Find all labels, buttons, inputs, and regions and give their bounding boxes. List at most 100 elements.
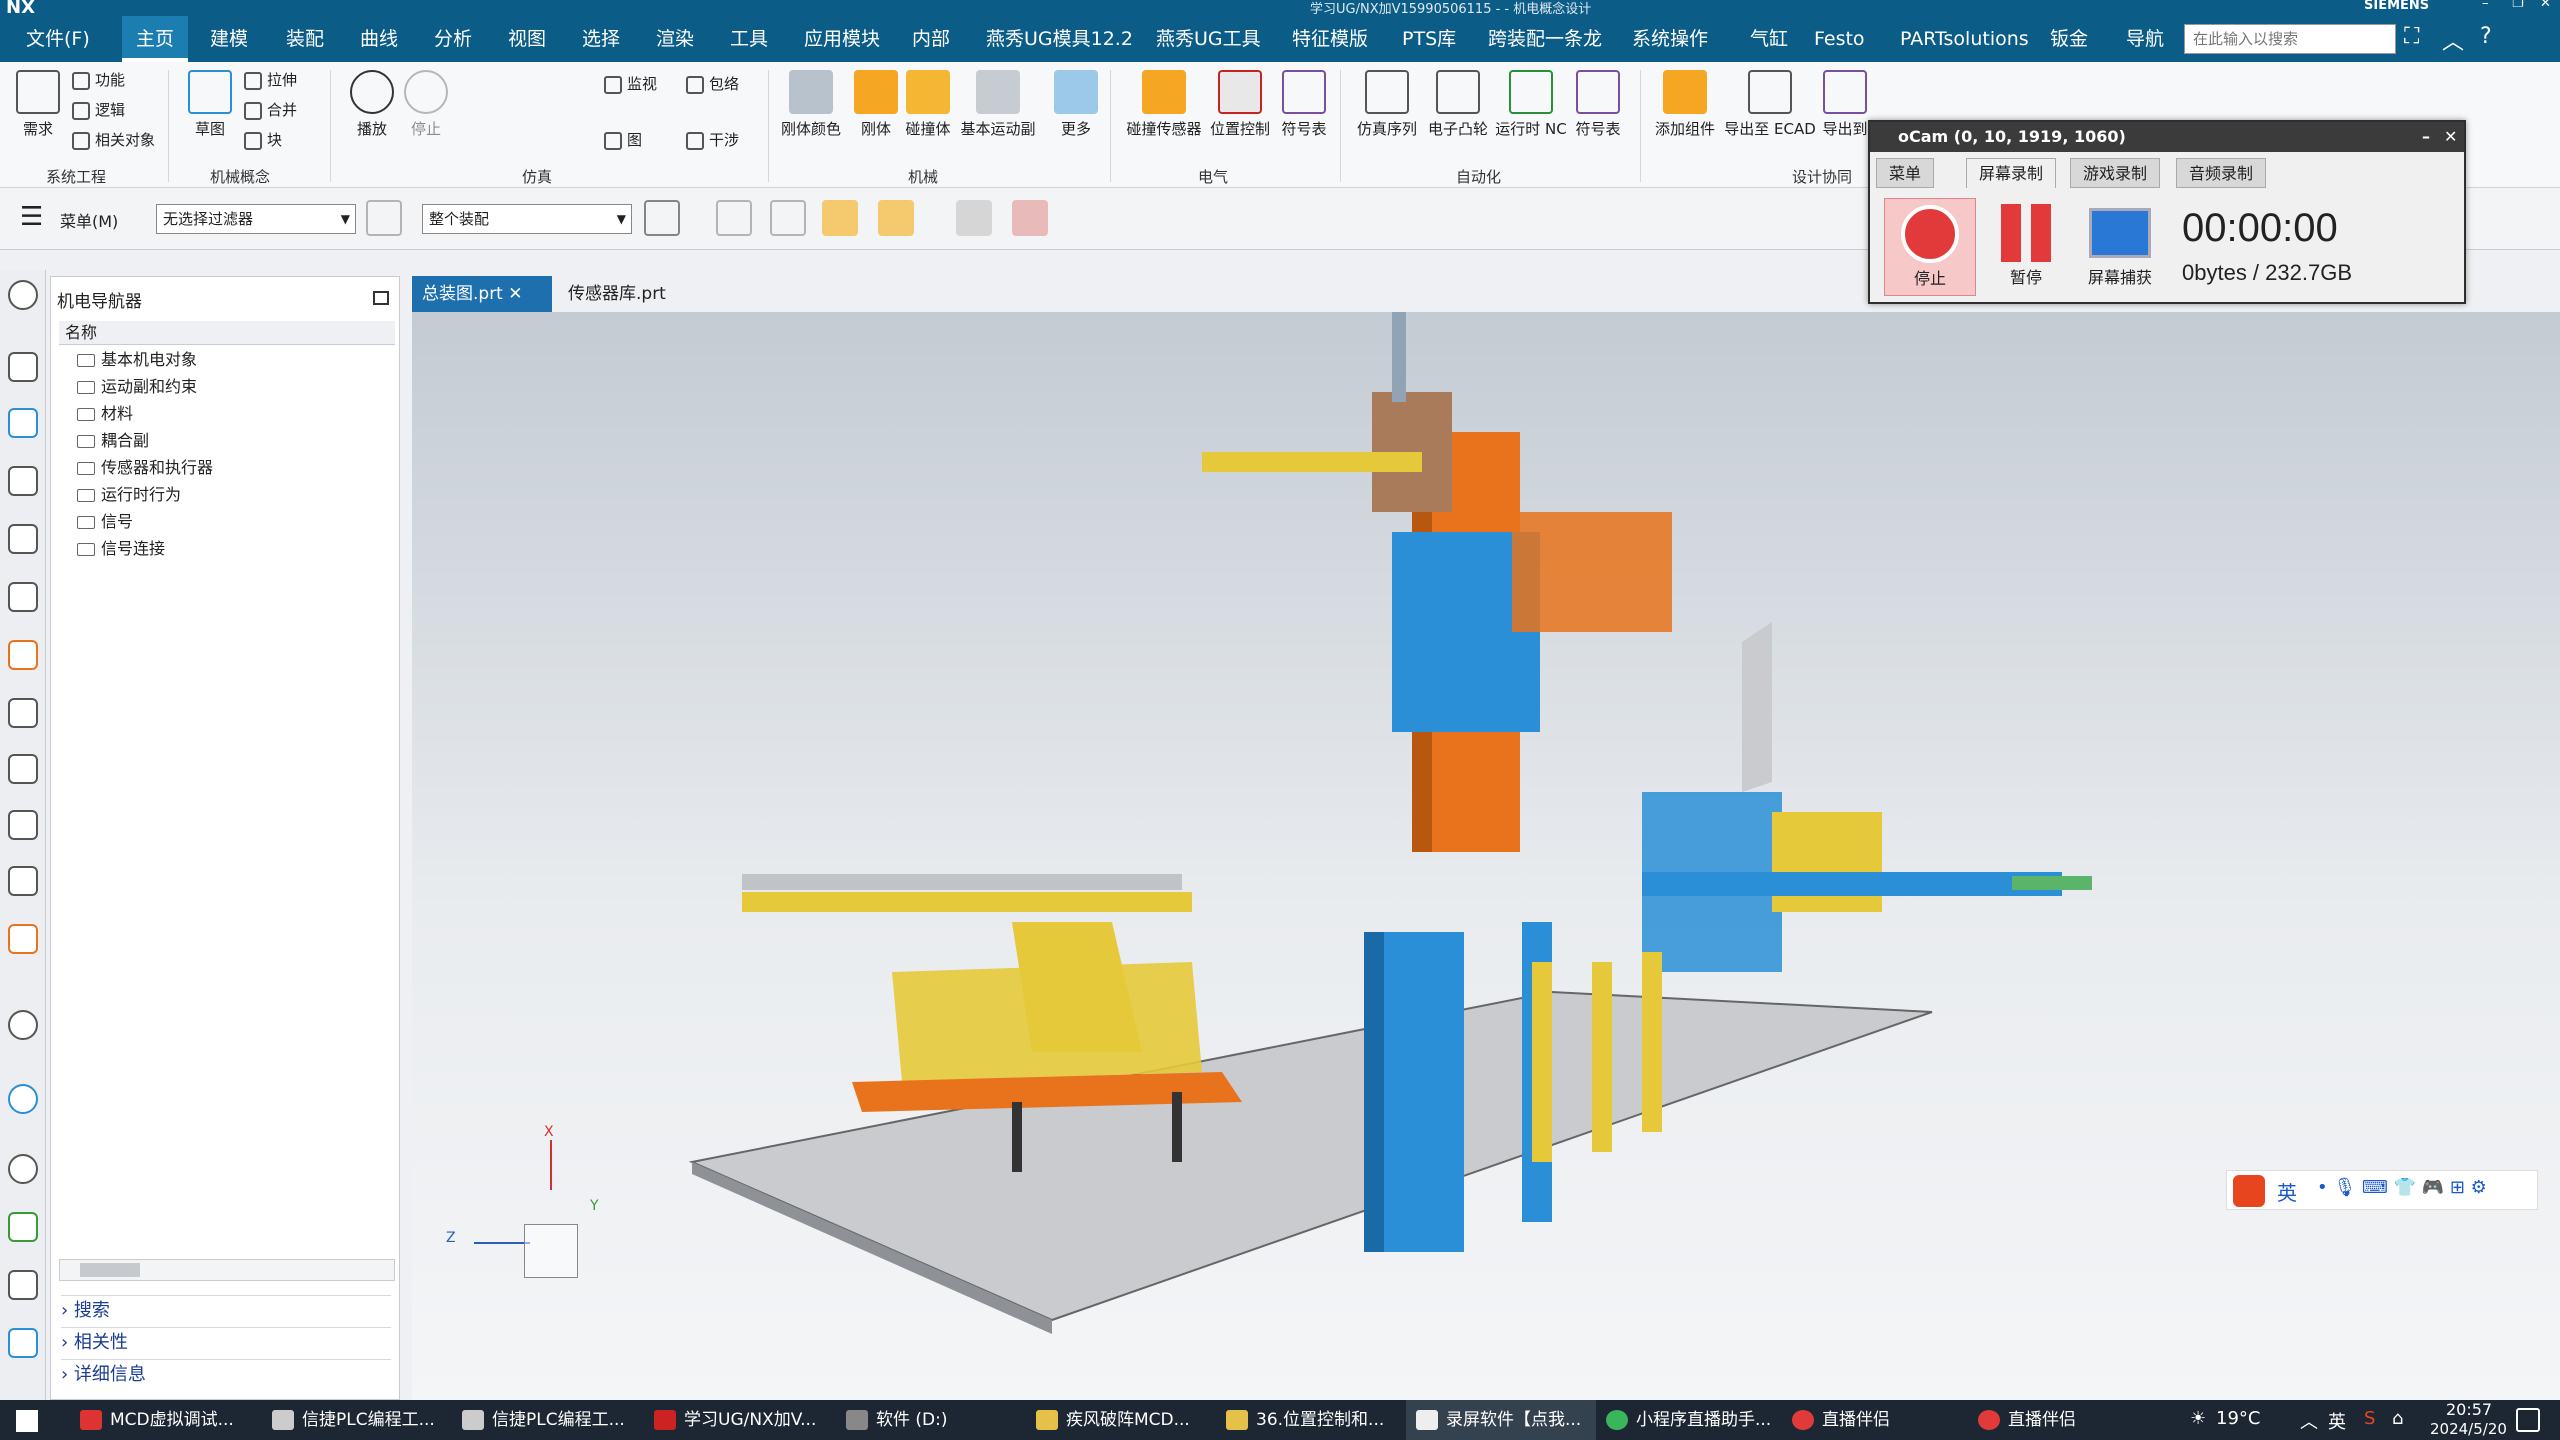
function-button[interactable]: 功能 [72,68,125,92]
help-icon[interactable]: ? [2480,24,2492,49]
task-folder-mcd[interactable]: 疾风破阵MCD... [1026,1400,1216,1440]
scope-dropdown[interactable]: 整个装配 ▼ [422,204,632,234]
task-drive-d[interactable]: 软件 (D:) [836,1400,1026,1440]
ocam-tab-game-record[interactable]: 游戏录制 [2070,158,2161,188]
menu-item-applications[interactable]: 应用模块 [804,16,880,62]
monitor-button[interactable]: 监视 [604,72,657,96]
menu-item-cylinder[interactable]: 气缸 [1750,16,1788,62]
section-search[interactable]: › 搜索 [61,1295,391,1325]
tree-item-signals[interactable]: 信号 [77,509,133,535]
related-object-button[interactable]: 相关对象 [72,128,155,152]
menu-item-analysis[interactable]: 分析 [434,16,472,62]
restore-icon[interactable]: ❐ [2512,0,2524,11]
tab-main-assembly[interactable]: 总装图.prt ✕ [412,276,552,312]
constraint-navigator-icon[interactable] [8,754,38,784]
section-dependencies[interactable]: › 相关性 [61,1327,391,1357]
chevron-up-icon[interactable]: ︿ [2442,24,2464,56]
task-live-assistant[interactable]: 小程序直播助手... [1596,1400,1786,1440]
runtime-nc-button[interactable]: 运行时 NC [1494,66,1568,150]
menu-item-sheetmetal[interactable]: 钣金 [2050,16,2088,62]
menu-item-view[interactable]: 视图 [508,16,546,62]
assembly-navigator-icon[interactable] [8,352,38,382]
envelope-button[interactable]: 包络 [686,72,739,96]
task-nx[interactable]: 学习UG/NX加V... [644,1400,834,1440]
face-select-icon[interactable] [878,200,914,236]
web-browser-icon[interactable] [8,810,38,840]
minimize-icon[interactable]: – [2422,122,2430,152]
signal-mapping-icon[interactable] [8,524,38,554]
collision-sensor-button[interactable]: 碰撞传感器 [1122,66,1206,150]
task-live-companion-2[interactable]: 直播伴侣 [1968,1400,2158,1440]
settings-icon[interactable] [8,280,38,310]
sim-sequence-button[interactable]: 仿真序列 [1352,66,1422,150]
symbol-table-2-button[interactable]: 符号表 [1568,66,1628,150]
collision-body-button[interactable]: 碰撞体 [898,66,958,150]
close-icon[interactable]: ✕ [508,284,522,304]
weather-icon[interactable]: ☀ [2190,1408,2206,1429]
render-style-icon[interactable] [1012,200,1048,236]
tree-item-signal-connections[interactable]: 信号连接 [77,536,165,562]
tree-item-joints[interactable]: 运动副和约束 [77,374,197,400]
view-cube[interactable] [524,1224,578,1278]
export-ecad-button[interactable]: 导出至 ECAD [1724,66,1816,150]
tree-item-materials[interactable]: 材料 [77,401,133,427]
menu-item-assembly[interactable]: 装配 [286,16,324,62]
maximize-icon[interactable] [373,291,389,305]
menu-item-system-ops[interactable]: 系统操作 [1632,16,1708,62]
menu-button[interactable]: 菜单(M) [60,208,118,232]
view-icon[interactable] [956,200,992,236]
block-button[interactable]: 块 [244,128,282,152]
logic-button[interactable]: 逻辑 [72,98,125,122]
menu-item-cross-assembly[interactable]: 跨装配一条龙 [1488,16,1602,62]
reuse-library-icon[interactable] [8,640,38,670]
mechatronics-navigator-icon[interactable] [8,408,38,438]
minimize-icon[interactable]: – [2482,0,2489,11]
search-input[interactable] [2184,24,2396,54]
crosshair-icon[interactable] [770,200,806,236]
tree-item-couplers[interactable]: 耦合副 [77,428,149,454]
menu-item-home[interactable]: 主页 [122,16,189,62]
tree-item-runtime[interactable]: 运行时行为 [77,482,181,508]
roles-icon[interactable] [8,1328,38,1358]
task-mcd[interactable]: MCD虚拟调试... [70,1400,260,1440]
history-icon[interactable] [8,698,38,728]
close-icon[interactable]: ✕ [2444,122,2457,152]
tree-item-basic-objects[interactable]: 基本机电对象 [77,347,197,373]
task-recorder[interactable]: 录屏软件【点我... [1406,1400,1596,1440]
body-select-icon[interactable] [822,200,858,236]
menu-item-tools[interactable]: 工具 [730,16,768,62]
material-icon[interactable] [8,866,38,896]
ocam-tab-audio-record[interactable]: 音频录制 [2176,158,2267,188]
part-navigator-icon[interactable] [8,582,38,612]
menu-item-festo[interactable]: Festo [1814,16,1865,62]
menu-item-select[interactable]: 选择 [582,16,620,62]
tools-icon[interactable] [8,1270,38,1300]
close-icon[interactable]: ✕ [2540,0,2551,11]
ocam-tab-menu[interactable]: 菜单 [1876,158,1935,188]
sketch-button[interactable]: 草图 [180,66,240,150]
network-icon[interactable]: ⌂ [2392,1408,2403,1429]
color-palette-icon[interactable] [8,1212,38,1242]
graph-button[interactable]: 图 [604,128,642,152]
clock-icon[interactable] [8,1154,38,1184]
sogou-icon[interactable] [2233,1175,2265,1207]
ocam-tab-screen-record[interactable]: 屏幕录制 [1966,158,2057,188]
task-live-companion-1[interactable]: 直播伴侣 [1782,1400,1972,1440]
horizontal-scrollbar[interactable] [59,1259,395,1281]
fullscreen-icon[interactable]: ⛶ [2404,24,2419,49]
snap-point-icon[interactable] [716,200,752,236]
extrude-button[interactable]: 拉伸 [244,68,297,92]
ocam-capture-button[interactable]: 屏幕捕获 [2074,198,2166,296]
input-language[interactable]: 英 [2328,1408,2346,1434]
stop-button[interactable]: 停止 [396,66,456,150]
tab-sensor-library[interactable]: 传感器库.prt [558,276,676,312]
tray-chevron-icon[interactable]: ︿ [2300,1408,2318,1434]
globe-icon[interactable] [8,1084,38,1114]
menu-item-partsolutions[interactable]: PARTsolutions [1900,16,2029,62]
rigid-body-button[interactable]: 刚体 [846,66,906,150]
rigid-color-button[interactable]: 刚体颜色 [780,66,842,150]
selection-filter-dropdown[interactable]: 无选择过滤器 ▼ [156,204,356,234]
info-icon[interactable] [8,1010,38,1040]
menu-item-yanxiu-tools[interactable]: 燕秀UG工具 [1156,16,1261,62]
position-control-button[interactable]: 位置控制 [1206,66,1274,150]
